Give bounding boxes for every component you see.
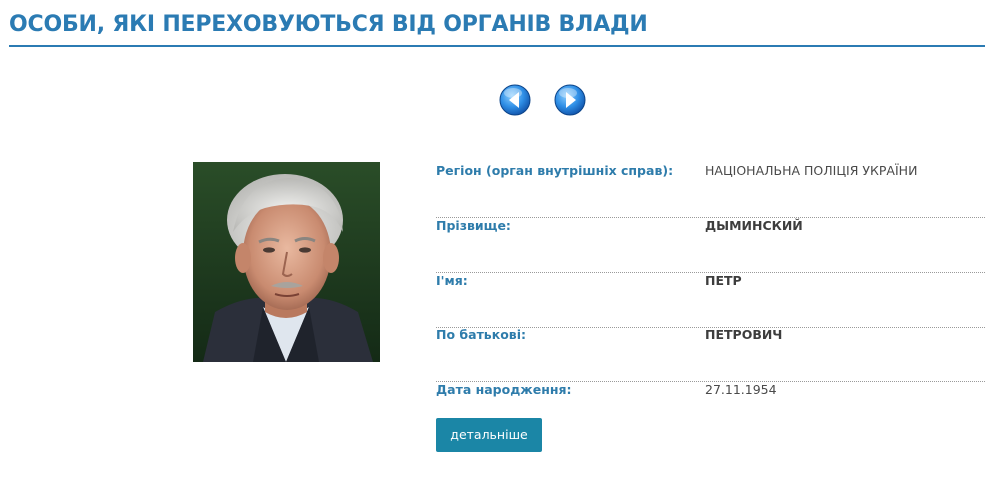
info-row-birth-date: Дата народження: 27.11.1954 <box>436 382 985 412</box>
details-button[interactable]: детальніше <box>436 418 542 452</box>
title-divider <box>9 45 985 47</box>
arrow-right-icon <box>554 84 586 116</box>
arrow-left-icon <box>499 84 531 116</box>
next-button[interactable] <box>554 84 586 116</box>
info-row-patronymic: По батькові: ПЕТРОВИЧ <box>436 327 985 382</box>
person-photo <box>193 162 380 362</box>
name-label: І'мя: <box>436 273 468 288</box>
page-title: ОСОБИ, ЯКІ ПЕРЕХОВУЮТЬСЯ ВІД ОРГАНІВ ВЛА… <box>9 12 648 37</box>
name-value: ПЕТР <box>705 273 742 288</box>
previous-button[interactable] <box>499 84 531 116</box>
patronymic-label: По батькові: <box>436 327 526 342</box>
surname-label: Прізвище: <box>436 218 511 233</box>
surname-value: ДЫМИНСКИЙ <box>705 218 803 233</box>
birth-date-value: 27.11.1954 <box>705 382 777 397</box>
info-row-name: І'мя: ПЕТР <box>436 273 985 328</box>
patronymic-value: ПЕТРОВИЧ <box>705 327 783 342</box>
region-value: НАЦІОНАЛЬНА ПОЛІЦІЯ УКРАЇНИ <box>705 163 918 178</box>
info-row-surname: Прізвище: ДЫМИНСКИЙ <box>436 218 985 273</box>
region-label: Регіон (орган внутрішніх справ): <box>436 163 674 178</box>
birth-date-label: Дата народження: <box>436 382 572 397</box>
info-row-region: Регіон (орган внутрішніх справ): НАЦІОНА… <box>436 163 985 218</box>
